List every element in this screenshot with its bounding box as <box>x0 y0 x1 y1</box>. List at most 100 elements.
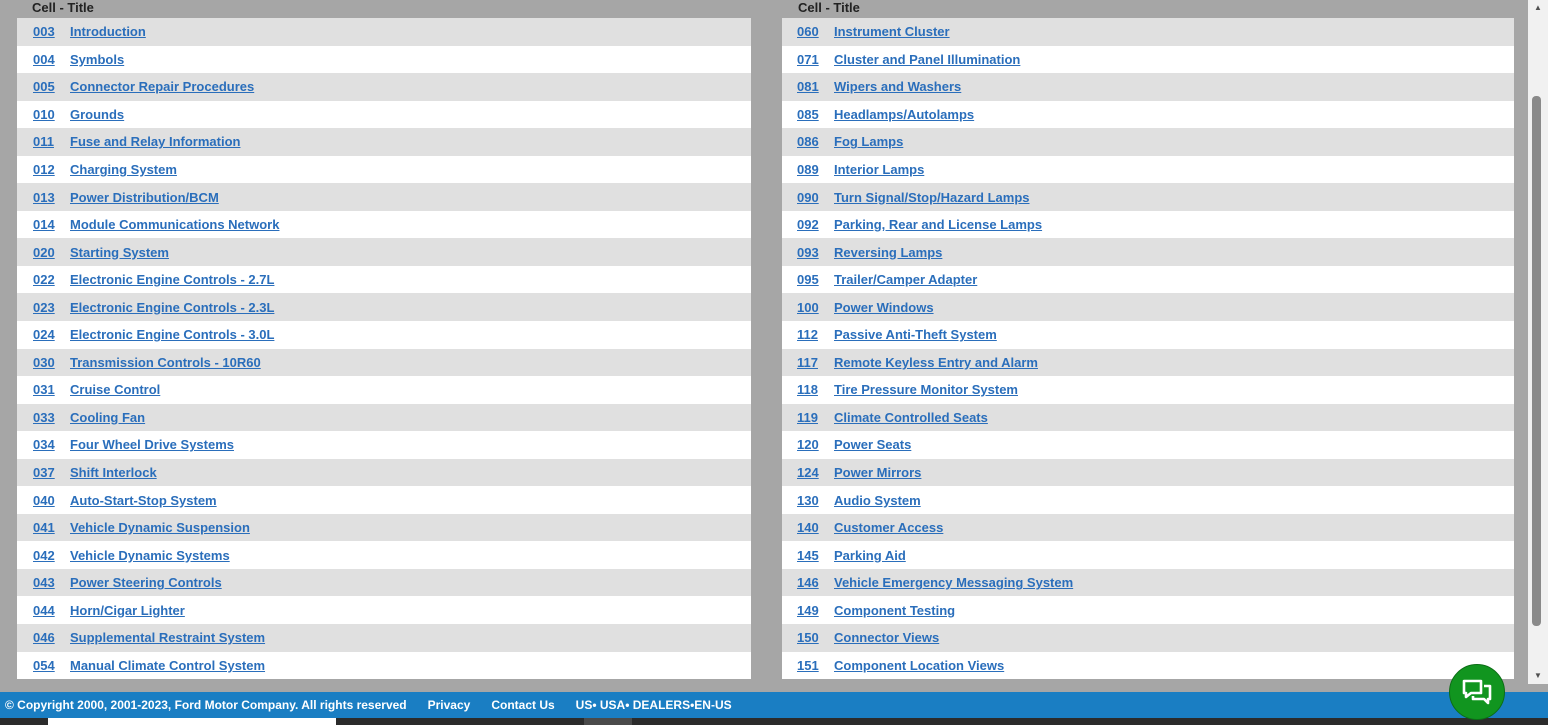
cell-code-link[interactable]: 013 <box>33 190 70 205</box>
cell-title-link[interactable]: Turn Signal/Stop/Hazard Lamps <box>834 190 1030 205</box>
contact-us-link[interactable]: Contact Us <box>491 698 554 712</box>
cell-code-link[interactable]: 081 <box>797 79 834 94</box>
cell-code-link[interactable]: 040 <box>33 493 70 508</box>
cell-title-link[interactable]: Power Steering Controls <box>70 575 222 590</box>
cell-code-link[interactable]: 054 <box>33 658 70 673</box>
cell-code-link[interactable]: 118 <box>797 382 834 397</box>
cell-title-link[interactable]: Remote Keyless Entry and Alarm <box>834 355 1038 370</box>
cell-title-link[interactable]: Auto-Start-Stop System <box>70 493 217 508</box>
scrollbar-thumb[interactable] <box>1532 96 1541 626</box>
cell-code-link[interactable]: 119 <box>797 410 834 425</box>
cell-code-link[interactable]: 130 <box>797 493 834 508</box>
cell-code-link[interactable]: 089 <box>797 162 834 177</box>
cell-title-link[interactable]: Headlamps/Autolamps <box>834 107 974 122</box>
cell-title-link[interactable]: Vehicle Dynamic Systems <box>70 548 230 563</box>
cell-code-link[interactable]: 093 <box>797 245 834 260</box>
cell-title-link[interactable]: Transmission Controls - 10R60 <box>70 355 261 370</box>
cell-code-link[interactable]: 023 <box>33 300 70 315</box>
cell-title-link[interactable]: Electronic Engine Controls - 3.0L <box>70 327 274 342</box>
cell-code-link[interactable]: 149 <box>797 603 834 618</box>
arrow-down-icon[interactable]: ▼ <box>1528 668 1548 684</box>
vertical-scrollbar[interactable]: ▲ ▼ <box>1528 0 1548 684</box>
cell-code-link[interactable]: 120 <box>797 437 834 452</box>
cell-code-link[interactable]: 004 <box>33 52 70 67</box>
cell-title-link[interactable]: Vehicle Emergency Messaging System <box>834 575 1073 590</box>
cell-code-link[interactable]: 046 <box>33 630 70 645</box>
cell-title-link[interactable]: Power Distribution/BCM <box>70 190 219 205</box>
cell-title-link[interactable]: Fuse and Relay Information <box>70 134 240 149</box>
cell-title-link[interactable]: Horn/Cigar Lighter <box>70 603 185 618</box>
cell-title-link[interactable]: Reversing Lamps <box>834 245 942 260</box>
cell-code-link[interactable]: 010 <box>33 107 70 122</box>
cell-title-link[interactable]: Instrument Cluster <box>834 24 950 39</box>
cell-code-link[interactable]: 037 <box>33 465 70 480</box>
cell-title-link[interactable]: Power Windows <box>834 300 934 315</box>
cell-title-link[interactable]: Vehicle Dynamic Suspension <box>70 520 250 535</box>
cell-code-link[interactable]: 071 <box>797 52 834 67</box>
cell-code-link[interactable]: 043 <box>33 575 70 590</box>
cell-title-link[interactable]: Component Location Views <box>834 658 1004 673</box>
cell-title-link[interactable]: Connector Views <box>834 630 939 645</box>
cell-code-link[interactable]: 014 <box>33 217 70 232</box>
cell-title-link[interactable]: Cruise Control <box>70 382 160 397</box>
cell-code-link[interactable]: 003 <box>33 24 70 39</box>
cell-code-link[interactable]: 024 <box>33 327 70 342</box>
cell-code-link[interactable]: 041 <box>33 520 70 535</box>
cell-title-link[interactable]: Electronic Engine Controls - 2.7L <box>70 272 274 287</box>
cell-title-link[interactable]: Fog Lamps <box>834 134 903 149</box>
cell-code-link[interactable]: 042 <box>33 548 70 563</box>
cell-code-link[interactable]: 030 <box>33 355 70 370</box>
cell-code-link[interactable]: 086 <box>797 134 834 149</box>
cell-title-link[interactable]: Tire Pressure Monitor System <box>834 382 1018 397</box>
cell-title-link[interactable]: Customer Access <box>834 520 943 535</box>
cell-code-link[interactable]: 031 <box>33 382 70 397</box>
arrow-up-icon[interactable]: ▲ <box>1528 0 1548 16</box>
cell-title-link[interactable]: Passive Anti-Theft System <box>834 327 997 342</box>
cell-title-link[interactable]: Power Mirrors <box>834 465 921 480</box>
cell-title-link[interactable]: Supplemental Restraint System <box>70 630 265 645</box>
taskbar-item[interactable] <box>584 718 632 725</box>
cell-code-link[interactable]: 150 <box>797 630 834 645</box>
cell-title-link[interactable]: Parking Aid <box>834 548 906 563</box>
cell-code-link[interactable]: 117 <box>797 355 834 370</box>
cell-code-link[interactable]: 145 <box>797 548 834 563</box>
cell-code-link[interactable]: 100 <box>797 300 834 315</box>
cell-title-link[interactable]: Trailer/Camper Adapter <box>834 272 977 287</box>
cell-title-link[interactable]: Symbols <box>70 52 124 67</box>
cell-title-link[interactable]: Climate Controlled Seats <box>834 410 988 425</box>
cell-title-link[interactable]: Four Wheel Drive Systems <box>70 437 234 452</box>
cell-title-link[interactable]: Electronic Engine Controls - 2.3L <box>70 300 274 315</box>
cell-code-link[interactable]: 092 <box>797 217 834 232</box>
cell-code-link[interactable]: 140 <box>797 520 834 535</box>
cell-title-link[interactable]: Cooling Fan <box>70 410 145 425</box>
cell-title-link[interactable]: Starting System <box>70 245 169 260</box>
cell-code-link[interactable]: 151 <box>797 658 834 673</box>
cell-title-link[interactable]: Connector Repair Procedures <box>70 79 254 94</box>
cell-code-link[interactable]: 124 <box>797 465 834 480</box>
chat-button[interactable] <box>1449 664 1505 720</box>
cell-code-link[interactable]: 044 <box>33 603 70 618</box>
cell-title-link[interactable]: Parking, Rear and License Lamps <box>834 217 1042 232</box>
cell-title-link[interactable]: Module Communications Network <box>70 217 279 232</box>
cell-title-link[interactable]: Shift Interlock <box>70 465 157 480</box>
cell-title-link[interactable]: Introduction <box>70 24 146 39</box>
cell-title-link[interactable]: Grounds <box>70 107 124 122</box>
cell-code-link[interactable]: 022 <box>33 272 70 287</box>
cell-title-link[interactable]: Audio System <box>834 493 921 508</box>
cell-title-link[interactable]: Cluster and Panel Illumination <box>834 52 1020 67</box>
cell-title-link[interactable]: Component Testing <box>834 603 955 618</box>
cell-code-link[interactable]: 146 <box>797 575 834 590</box>
cell-code-link[interactable]: 005 <box>33 79 70 94</box>
cell-code-link[interactable]: 034 <box>33 437 70 452</box>
cell-code-link[interactable]: 060 <box>797 24 834 39</box>
cell-code-link[interactable]: 095 <box>797 272 834 287</box>
cell-code-link[interactable]: 011 <box>33 134 70 149</box>
cell-code-link[interactable]: 012 <box>33 162 70 177</box>
cell-code-link[interactable]: 090 <box>797 190 834 205</box>
cell-title-link[interactable]: Interior Lamps <box>834 162 924 177</box>
cell-code-link[interactable]: 020 <box>33 245 70 260</box>
privacy-link[interactable]: Privacy <box>428 698 471 712</box>
cell-code-link[interactable]: 112 <box>797 327 834 342</box>
cell-title-link[interactable]: Charging System <box>70 162 177 177</box>
taskbar-search-field[interactable] <box>48 718 336 725</box>
